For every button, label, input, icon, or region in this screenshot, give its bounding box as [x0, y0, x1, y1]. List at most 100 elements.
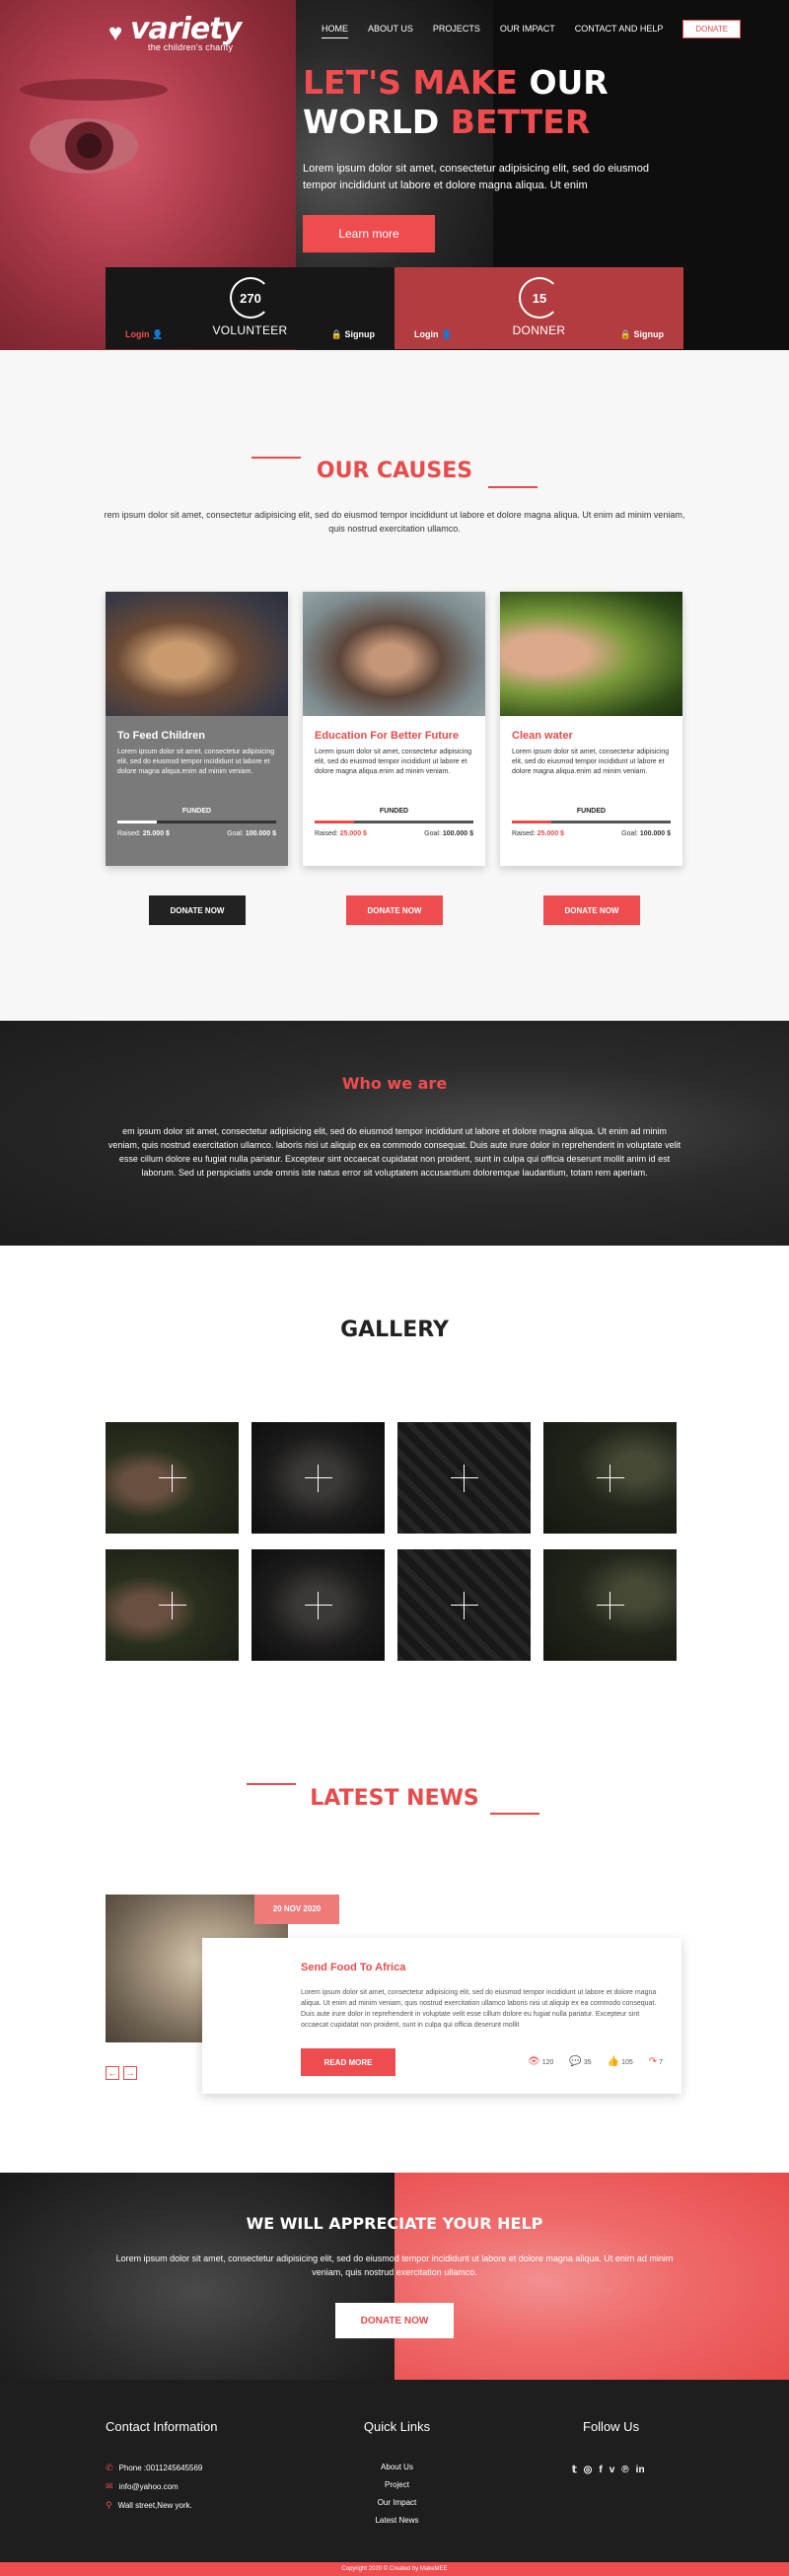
funded-label: FUNDED [379, 808, 409, 815]
goal-label: Goal: [621, 830, 638, 837]
footer-link-project[interactable]: Project [335, 2476, 459, 2494]
appreciate-donate-button[interactable]: DONATE NOW [335, 2303, 454, 2338]
raised-amount: Raised: 25.000 $ [315, 830, 367, 837]
gallery-title: GALLERY [340, 1318, 449, 1342]
donner-signup-link[interactable]: 🔒 Signup [620, 329, 664, 340]
funding-progress-bar [117, 821, 276, 823]
thumbs-up-icon: 👍 [607, 2056, 620, 2067]
goal-value: 100.000 $ [639, 830, 671, 837]
contact-phone: ✆ Phone :0011245645569 [106, 2459, 202, 2477]
likes-stat[interactable]: 👍 105 [608, 2056, 633, 2067]
who-text: em ipsum dolor sit amet, consectetur adi… [108, 1126, 681, 1178]
cause-text: Lorem ipsum dolor sit amet, consectetur … [315, 749, 472, 775]
login-label: Login [414, 329, 439, 339]
donate-now-button-feed[interactable]: DONATE NOW [149, 895, 246, 925]
follow-us-title: Follow Us [583, 2419, 640, 2434]
photo-detail [30, 118, 138, 174]
quick-links-title: Quick Links [363, 2419, 431, 2434]
nav-home[interactable]: HOME [312, 18, 358, 39]
news-date-badge: 20 NOV 2020 [254, 1895, 339, 1924]
goal-label: Goal: [227, 830, 244, 837]
title-decoration [488, 486, 538, 488]
volunteer-count: 270 [230, 277, 271, 319]
donate-now-button-education[interactable]: DONATE NOW [346, 895, 443, 925]
hero-headline: LET'S MAKE OUR WORLD BETTER [303, 63, 609, 142]
raised-label: Raised: [512, 830, 536, 837]
instagram-icon[interactable]: ◎ [584, 2465, 593, 2475]
arrow-left-icon[interactable]: ← [106, 2066, 119, 2080]
cause-card-education: Education For Better Future Lorem ipsum … [303, 592, 485, 866]
gallery-item[interactable] [397, 1549, 531, 1661]
gallery-item[interactable] [106, 1422, 239, 1534]
share-icon: ↷ [648, 2056, 658, 2067]
heart-hat-icon: ♥ [108, 20, 123, 46]
plus-icon [450, 1464, 478, 1492]
lock-icon: 🔒 [619, 329, 631, 339]
cause-card-clean-water: Clean water Lorem ipsum dolor sit amet, … [500, 592, 682, 866]
cause-text: Lorem ipsum dolor sit amet, consectetur … [512, 749, 670, 775]
goal-value: 100.000 $ [245, 830, 276, 837]
comments-stat[interactable]: 💬 35 [569, 2056, 591, 2067]
contact-address: ⚲ Wall street,New york. [106, 2496, 202, 2515]
raised-amount: Raised: 25.000 $ [117, 830, 170, 837]
gallery-item[interactable] [251, 1549, 385, 1661]
headline-part: WORLD [303, 103, 440, 141]
gallery-item[interactable] [397, 1422, 531, 1534]
volunteer-login-link[interactable]: Login 👤 [125, 329, 163, 340]
causes-title: OUR CAUSES [316, 459, 473, 483]
cause-image [106, 592, 288, 716]
donner-login-link[interactable]: Login 👤 [414, 329, 452, 340]
gallery-item[interactable] [543, 1422, 677, 1534]
nav-contact[interactable]: CONTACT AND HELP [565, 18, 674, 39]
shares-stat[interactable]: ↷ 7 [649, 2056, 663, 2067]
nav-projects[interactable]: PROJECTS [423, 18, 490, 39]
news-slider-arrows: ← → [106, 2066, 137, 2080]
gallery-item[interactable] [543, 1549, 677, 1661]
goal-amount: Goal: 100.000 $ [424, 830, 473, 837]
linkedin-icon[interactable]: in [636, 2465, 645, 2475]
funding-progress-fill [512, 821, 552, 823]
signup-label: Signup [344, 329, 376, 339]
raised-value: 25.000 $ [339, 830, 367, 837]
funding-progress-fill [117, 821, 158, 823]
nav-about-us[interactable]: ABOUT US [358, 18, 423, 39]
news-title: LATEST NEWS [310, 1786, 479, 1811]
arrow-right-icon[interactable]: → [123, 2066, 137, 2080]
footer-link-about[interactable]: About Us [335, 2459, 459, 2476]
appreciate-title: WE WILL APPRECIATE YOUR HELP [246, 2214, 543, 2233]
map-pin-icon: ⚲ [106, 2500, 112, 2510]
appreciate-text: Lorem ipsum dolor sit amet, consectetur … [115, 2254, 674, 2277]
nav-donate-button[interactable]: DONATE [682, 19, 742, 38]
logo[interactable]: ♥ variety the children's charity [108, 12, 242, 52]
donate-now-button-water[interactable]: DONATE NOW [543, 895, 640, 925]
cause-title: Clean water [512, 730, 573, 742]
photo-detail [20, 79, 168, 101]
twitter-icon[interactable]: 𝕥 [572, 2465, 577, 2475]
headline-part: BETTER [450, 103, 591, 141]
pinterest-icon[interactable]: ℗ [621, 2465, 628, 2475]
vimeo-icon[interactable]: v [610, 2465, 615, 2475]
raised-value: 25.000 $ [142, 830, 170, 837]
facebook-icon[interactable]: f [599, 2465, 602, 2475]
gallery-item[interactable] [106, 1549, 239, 1661]
read-more-button[interactable]: READ MORE [301, 2048, 395, 2076]
goal-amount: Goal: 100.000 $ [621, 830, 671, 837]
funded-label: FUNDED [181, 808, 212, 815]
comment-icon: 💬 [569, 2056, 582, 2067]
footer-link-impact[interactable]: Our Impact [335, 2494, 459, 2512]
address-text: Wall street,New york. [117, 2501, 192, 2510]
gallery-item[interactable] [251, 1422, 385, 1534]
funding-progress-bar [512, 821, 671, 823]
contact-email[interactable]: ✉ info@yahoo.com [106, 2477, 202, 2496]
cause-image [500, 592, 682, 716]
volunteer-signup-link[interactable]: 🔒 Signup [331, 329, 375, 340]
footer: Contact Information ✆ Phone :001124564556… [0, 2380, 789, 2562]
views-count: 120 [541, 2059, 554, 2066]
nav-our-impact[interactable]: OUR IMPACT [490, 18, 565, 39]
volunteer-box: 270 VOLUNTEER Login 👤 🔒 Signup [106, 267, 394, 349]
news-post-title[interactable]: Send Food To Africa [301, 1962, 405, 1973]
footer-link-news[interactable]: Latest News [335, 2512, 459, 2530]
user-icon: 👤 [441, 329, 453, 339]
comments-count: 35 [583, 2059, 592, 2066]
learn-more-button[interactable]: Learn more [303, 215, 435, 252]
